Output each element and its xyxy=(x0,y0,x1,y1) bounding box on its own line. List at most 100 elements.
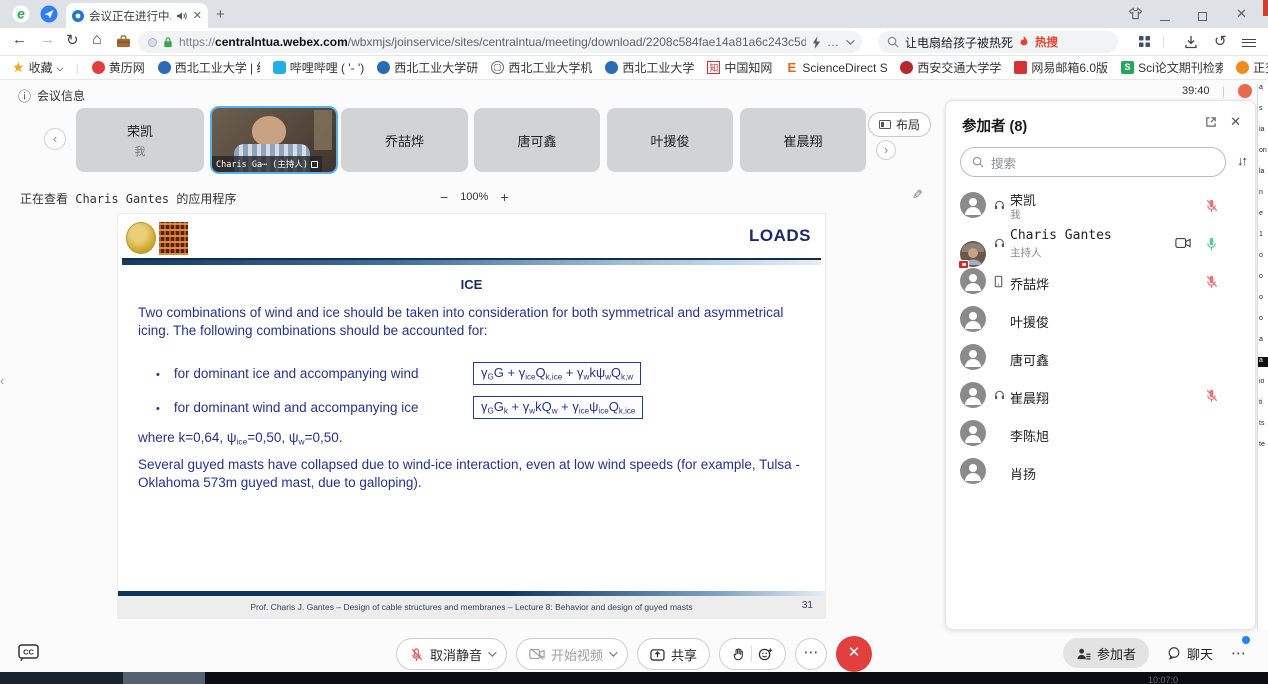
favorites-button[interactable]: ★收藏 xyxy=(12,59,63,76)
participant-list: 荣凯 我 Charis Gantes 主持人 乔喆烨 xyxy=(946,187,1255,491)
meeting-info-button[interactable]: ⓘ 会议信息 xyxy=(18,86,85,105)
tile-label: Charis Ga⋯ (主持人) xyxy=(212,156,322,172)
tab-audio-icon[interactable] xyxy=(176,11,188,21)
reload-button[interactable]: ↻ xyxy=(66,31,79,49)
forward-button[interactable]: → xyxy=(40,31,55,48)
camera-icon[interactable] xyxy=(1175,237,1191,249)
tile-name: 乔喆烨 xyxy=(385,131,424,150)
video-tile[interactable]: 荣凯 我 xyxy=(76,108,204,172)
zoom-out-button[interactable]: − xyxy=(440,189,448,205)
popout-icon[interactable] xyxy=(1205,116,1217,128)
avatar-icon xyxy=(960,420,986,446)
apps-grid-icon[interactable] xyxy=(1138,35,1151,48)
restore-button[interactable] xyxy=(1198,9,1207,24)
emoji-plus-icon xyxy=(758,647,773,662)
chevron-down-icon[interactable] xyxy=(488,648,496,656)
expand-icon[interactable] xyxy=(311,161,318,168)
windows-taskbar: 10:07:0 xyxy=(0,672,1268,684)
download-icon[interactable] xyxy=(1184,35,1198,49)
captions-cc-icon[interactable]: CC xyxy=(18,644,40,662)
back-button[interactable]: ← xyxy=(12,31,27,48)
bookmark-item[interactable]: SSci论文期刊检索 xyxy=(1121,59,1223,76)
home-button[interactable]: ⌂ xyxy=(92,31,102,49)
bookmark-item[interactable]: 网易邮箱6.0版 xyxy=(1014,59,1108,76)
bookmark-item[interactable]: EScienceDirect Se xyxy=(785,61,887,75)
bookmark-item[interactable]: 知中国知网 xyxy=(707,59,772,76)
tile-name: 崔晨翔 xyxy=(783,131,822,150)
slide-page-number: 31 xyxy=(802,600,813,611)
bookmark-item[interactable]: 黄历网 xyxy=(92,59,145,76)
department-emblem-logo xyxy=(159,222,188,255)
participants-toggle-button[interactable]: 参加者 xyxy=(1063,638,1149,668)
avatar-icon xyxy=(960,344,986,370)
unmute-button[interactable]: 取消静音 xyxy=(396,638,507,670)
paper-plane-app-icon[interactable] xyxy=(40,5,58,23)
browser-tab[interactable]: 会议正在进行中... ✕ xyxy=(66,3,208,28)
video-tile[interactable]: 唐可鑫 xyxy=(474,108,600,172)
tiles-scroll-right-button[interactable]: › xyxy=(876,140,896,160)
bookmark-favicon xyxy=(377,61,390,74)
quick-search-box[interactable]: 让电扇给孩子被热死 热搜 xyxy=(878,31,1118,53)
video-tile[interactable]: 叶援俊 xyxy=(607,108,733,172)
menu-icon[interactable] xyxy=(1242,36,1256,49)
video-tile[interactable]: 崔晨翔 xyxy=(740,108,866,172)
minimize-button[interactable] xyxy=(1160,12,1170,27)
chat-toggle-button[interactable]: 聊天 xyxy=(1167,644,1213,663)
theme-shirt-icon[interactable] xyxy=(1128,7,1143,20)
more-panels-button[interactable]: ⋯ xyxy=(1231,644,1246,662)
avatar-icon xyxy=(960,192,986,218)
active-speaker-video-tile[interactable]: Charis Ga⋯ (主持人) xyxy=(210,106,338,174)
undo-icon[interactable]: ↺ xyxy=(1214,32,1227,50)
bookmark-favicon xyxy=(92,61,105,74)
briefcase-icon[interactable] xyxy=(116,35,131,48)
annotate-pen-icon[interactable]: ✎ xyxy=(912,187,923,203)
bookmark-item[interactable]: 正交试验设计_36 xyxy=(1236,59,1268,76)
slide-bullet: •for dominant ice and accompanying wind xyxy=(156,366,419,381)
address-bar[interactable]: https://centralntua.webex.com/wbxmjs/joi… xyxy=(138,31,862,53)
address-more-icon[interactable]: … xyxy=(827,35,840,49)
lightning-icon[interactable] xyxy=(812,36,821,49)
leave-meeting-button[interactable]: ✕ xyxy=(836,636,872,672)
participant-row[interactable]: 乔喆烨 xyxy=(946,263,1255,301)
address-dropdown-icon[interactable] xyxy=(846,36,854,44)
panel-close-icon[interactable]: ✕ xyxy=(1230,114,1241,130)
url-text: https://centralntua.webex.com/wbxmjs/joi… xyxy=(179,35,806,49)
mic-muted-icon[interactable] xyxy=(1204,388,1219,403)
share-button[interactable]: 共享 xyxy=(637,638,710,670)
mic-muted-icon[interactable] xyxy=(1204,198,1219,213)
tab-close-icon[interactable]: ✕ xyxy=(193,9,202,22)
participant-search-input[interactable]: 搜索 xyxy=(960,147,1226,177)
collapse-panel-handle[interactable]: ‹ xyxy=(0,368,11,394)
participant-row[interactable]: 崔晨翔 xyxy=(946,377,1255,415)
mic-on-icon[interactable] xyxy=(1204,236,1219,251)
participant-row[interactable]: 唐可鑫 xyxy=(946,339,1255,377)
bookmark-item[interactable]: 西北工业大学 | 统 xyxy=(158,59,260,76)
record-indicator-button[interactable] xyxy=(1238,84,1252,98)
chevron-down-icon[interactable] xyxy=(609,648,617,656)
tiles-scroll-left-button[interactable]: ‹ xyxy=(44,128,66,150)
taskbar-clock: 10:07:0 xyxy=(1148,675,1178,684)
bookmark-item[interactable]: 西安交通大学学 xyxy=(900,59,1001,76)
reactions-button[interactable] xyxy=(719,638,786,670)
bookmark-item[interactable]: 哔哩哔哩 ( '- ') xyxy=(273,59,365,76)
participant-row[interactable]: Charis Gantes 主持人 xyxy=(946,225,1255,263)
video-tile[interactable]: 乔喆烨 xyxy=(341,108,468,172)
bookmark-item[interactable]: 西北工业大学研 xyxy=(377,59,478,76)
bookmark-item[interactable]: 西北工业大学机 xyxy=(491,59,592,76)
new-tab-button[interactable]: + xyxy=(216,6,225,23)
zoom-in-button[interactable]: + xyxy=(500,189,508,205)
start-video-button[interactable]: 开始视频 xyxy=(516,638,628,670)
headset-icon xyxy=(993,199,1006,211)
participant-row[interactable]: 叶援俊 xyxy=(946,301,1255,339)
more-options-button[interactable]: ⋯ xyxy=(795,638,827,670)
participant-row[interactable]: 李陈旭 xyxy=(946,415,1255,453)
mic-muted-icon[interactable] xyxy=(1204,274,1219,289)
close-button[interactable]: ✕ xyxy=(1236,6,1247,22)
layout-button[interactable]: 布局 xyxy=(868,112,931,137)
participants-panel: 参加者 (8) ✕ 搜索 ↓↑ 荣凯 我 Charis Gantes xyxy=(945,100,1256,630)
sort-icon[interactable]: ↓↑ xyxy=(1237,153,1246,168)
participant-row[interactable]: 荣凯 我 xyxy=(946,187,1255,225)
bookmarks-separator: | xyxy=(76,61,79,75)
bookmark-item[interactable]: 西北工业大学 xyxy=(605,59,694,76)
participant-row[interactable]: 肖扬 xyxy=(946,453,1255,491)
